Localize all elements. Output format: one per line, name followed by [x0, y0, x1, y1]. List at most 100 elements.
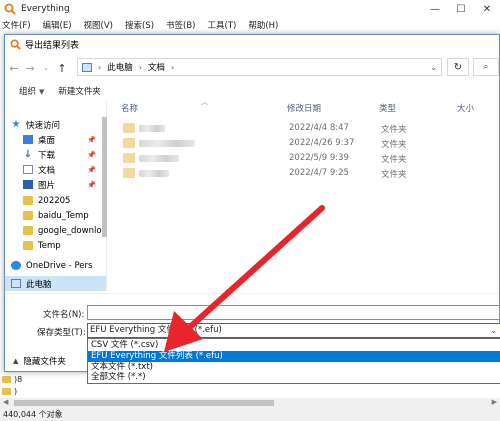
navigation-bar: ← → ⌄ ↑ › 此电脑 › 文档 › ⌄ ↻ ⌕ — [5, 55, 499, 81]
sidebar-item-downloads[interactable]: ↓ 下载 📌 — [23, 147, 106, 162]
refresh-button[interactable]: ↻ — [447, 58, 469, 76]
file-date: 2022/5/9 9:39 — [289, 153, 349, 163]
scrollbar-thumb[interactable] — [14, 400, 274, 406]
breadcrumb-chevron-icon[interactable]: › — [98, 63, 101, 72]
menu-tools[interactable]: 工具(T) — [208, 19, 237, 31]
sidebar-item-folder[interactable]: Temp — [23, 238, 106, 253]
savetype-label: 保存类型(T): — [37, 328, 86, 338]
file-date: 2022/4/7 9:25 — [289, 168, 349, 178]
savetype-option-csv[interactable]: CSV 文件 (*.csv) — [88, 340, 500, 351]
refresh-icon: ↻ — [453, 61, 463, 73]
file-type: 文件夹 — [381, 170, 407, 180]
sidebar-item-label: 快速访问 — [26, 120, 61, 131]
menu-view[interactable]: 视图(V) — [84, 19, 113, 31]
sidebar-item-documents[interactable]: 文档 📌 — [23, 162, 106, 177]
column-header-type[interactable]: 类型 — [379, 101, 396, 115]
status-bar: 440,044 个对象 — [0, 408, 500, 421]
menu-bookmarks[interactable]: 书签(B) — [166, 19, 195, 31]
file-name-redacted — [123, 123, 195, 133]
file-row[interactable]: 2022/4/26 9:37 文件夹 — [109, 136, 489, 150]
minimize-icon[interactable]: — — [422, 0, 448, 18]
documents-icon — [23, 165, 33, 174]
file-name-redacted — [123, 168, 195, 178]
onedrive-icon — [11, 261, 21, 270]
sidebar-item-label: 下载 — [38, 150, 56, 161]
horizontal-scrollbar[interactable]: ◀ ▶ — [0, 398, 500, 408]
star-icon: ★ — [11, 119, 21, 130]
pictures-icon — [23, 180, 33, 189]
recent-locations-icon[interactable]: ⌄ — [39, 64, 53, 72]
sidebar-item-quick-access[interactable]: ★ 快速访问 — [11, 117, 106, 132]
sidebar-item-desktop[interactable]: 桌面 📌 — [23, 132, 106, 147]
breadcrumb-chevron-icon[interactable]: › — [139, 63, 142, 72]
breadcrumb-documents[interactable]: 文档 — [148, 61, 165, 73]
maximize-icon[interactable]: ☐ — [448, 0, 474, 18]
search-box[interactable]: ⌕ — [473, 58, 499, 76]
chevron-down-icon[interactable]: ⌄ — [490, 324, 497, 337]
folder-icon — [123, 123, 135, 133]
bg-result-row[interactable]: )8 — [2, 375, 22, 384]
menu-bar: 文件(F) 编辑(E) 视图(V) 搜索(S) 书签(B) 工具(T) 帮助(H… — [0, 18, 500, 32]
sidebar-item-folder[interactable]: google_downlo — [23, 223, 106, 238]
file-row[interactable]: 2022/4/4 8:47 文件夹 — [109, 121, 489, 135]
close-icon[interactable]: ✕ — [474, 0, 500, 18]
menu-help[interactable]: 帮助(H) — [248, 19, 278, 31]
address-bar[interactable]: › 此电脑 › 文档 › ⌄ — [77, 58, 442, 76]
sidebar-item-folder[interactable]: 202205 — [23, 193, 106, 208]
menu-edit[interactable]: 编辑(E) — [43, 19, 72, 31]
sidebar-item-label: google_downlo — [38, 225, 102, 236]
forward-icon[interactable]: → — [23, 62, 37, 75]
column-header-size[interactable]: 大小 — [457, 101, 474, 115]
pc-icon — [11, 279, 21, 288]
column-header-date[interactable]: 修改日期 — [287, 101, 321, 115]
sidebar-item-label: 图片 — [38, 180, 56, 191]
divider — [5, 293, 499, 294]
export-dialog: 导出结果列表 ← → ⌄ ↑ › 此电脑 › 文档 › ⌄ ↻ ⌕ 组织 ▼ 新建… — [4, 34, 500, 384]
sidebar-item-label: Temp — [38, 240, 61, 251]
folder-icon — [23, 226, 33, 235]
file-type: 文件夹 — [381, 140, 407, 150]
chevron-down-icon[interactable]: ⌄ — [430, 63, 437, 72]
savetype-option-efu[interactable]: EFU Everything 文件列表 (*.efu) — [88, 351, 500, 362]
sidebar-item-folder[interactable]: baidu_Temp — [23, 208, 106, 223]
scrollbar-thumb[interactable] — [102, 117, 107, 237]
hide-folders-label: 隐藏文件夹 — [23, 357, 66, 367]
object-count: 440,044 个对象 — [3, 410, 63, 419]
search-icon: ⌕ — [483, 62, 489, 72]
sidebar-item-pictures[interactable]: 图片 📌 — [23, 177, 106, 192]
hide-folders-toggle[interactable]: ▲ 隐藏文件夹 — [13, 355, 66, 367]
up-icon[interactable]: ↑ — [55, 62, 69, 75]
scroll-left-icon[interactable]: ◀ — [3, 398, 8, 406]
folder-icon — [2, 376, 11, 383]
savetype-select[interactable]: EFU Everything 文件列表 (*.efu) ⌄ — [87, 323, 500, 338]
bg-result-text: ) — [14, 387, 18, 396]
sidebar-item-label: baidu_Temp — [38, 210, 89, 221]
scroll-right-icon[interactable]: ▶ — [492, 398, 497, 406]
new-folder-button[interactable]: 新建文件夹 — [58, 85, 101, 97]
organize-button[interactable]: 组织 ▼ — [19, 85, 44, 97]
dialog-title: 导出结果列表 — [25, 40, 80, 51]
folder-icon — [123, 153, 135, 163]
folder-icon — [2, 388, 11, 395]
menu-search[interactable]: 搜索(S) — [125, 19, 154, 31]
sidebar-item-this-pc[interactable]: 此电脑 — [5, 276, 106, 291]
filename-field[interactable] — [87, 305, 500, 320]
sidebar-item-label: 桌面 — [38, 135, 56, 146]
menu-file[interactable]: 文件(F) — [2, 19, 31, 31]
chevron-down-icon: ▼ — [39, 88, 45, 96]
sidebar-item-onedrive[interactable]: OneDrive - Pers — [11, 258, 106, 273]
sort-ascending-icon: ︿ — [201, 98, 208, 106]
sidebar-scrollbar[interactable] — [101, 105, 107, 291]
bg-result-text: )8 — [14, 375, 23, 384]
bg-result-row[interactable]: ) — [2, 387, 17, 396]
savetype-option-all[interactable]: 全部文件 (*.*) — [88, 372, 500, 383]
back-icon[interactable]: ← — [7, 62, 21, 75]
breadcrumb-this-pc[interactable]: 此电脑 — [107, 61, 133, 73]
everything-logo-icon — [4, 3, 16, 15]
folder-icon — [23, 196, 33, 205]
breadcrumb-chevron-icon[interactable]: › — [171, 63, 174, 72]
file-row[interactable]: 2022/4/7 9:25 文件夹 — [109, 166, 489, 180]
column-header-name[interactable]: 名称 — [121, 101, 138, 115]
navigation-pane: ★ 快速访问 桌面 📌 ↓ 下载 📌 文档 📌 图片 📌 202205 baid… — [5, 101, 107, 291]
file-row[interactable]: 2022/5/9 9:39 文件夹 — [109, 151, 489, 165]
